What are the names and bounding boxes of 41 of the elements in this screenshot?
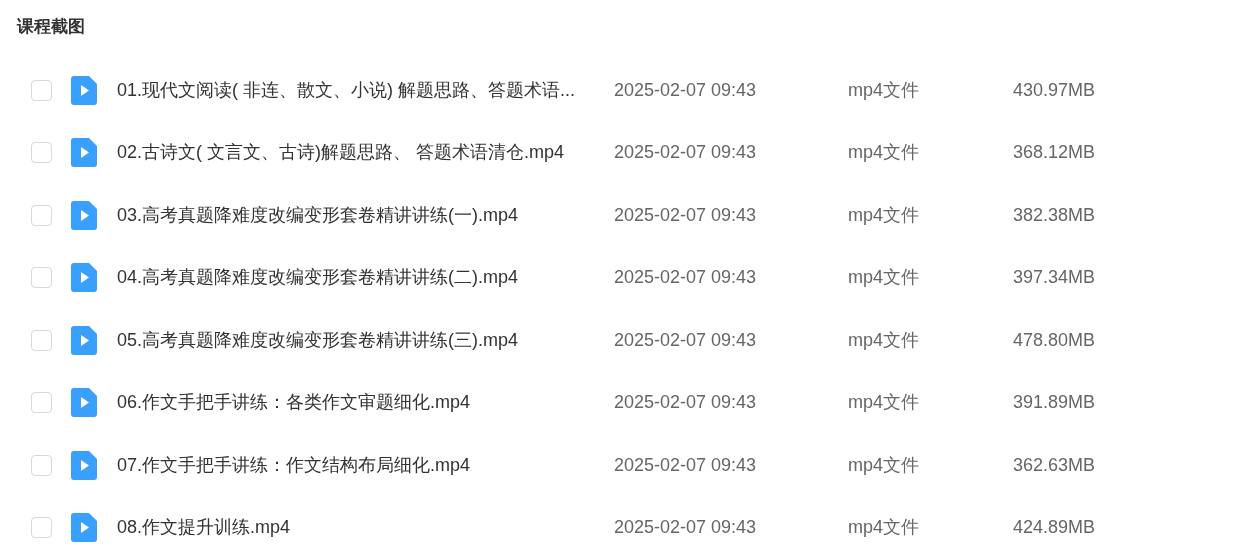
file-size: 478.80MB	[1011, 328, 1095, 352]
section-title: 课程截图	[17, 16, 85, 38]
video-file-icon	[71, 200, 97, 230]
file-size: 391.89MB	[1011, 391, 1095, 415]
video-file-icon	[71, 138, 97, 168]
file-type: mp4文件	[848, 328, 920, 352]
modified-date: 2025-02-07 09:43	[614, 141, 758, 165]
modified-date: 2025-02-07 09:43	[614, 453, 758, 477]
checkbox[interactable]	[31, 79, 52, 101]
file-size: 382.38MB	[1011, 203, 1095, 227]
file-size: 424.89MB	[1011, 516, 1095, 540]
video-file-icon	[71, 75, 97, 105]
video-file-icon	[71, 325, 97, 355]
file-type: mp4文件	[848, 453, 920, 477]
file-size: 397.34MB	[1011, 266, 1095, 290]
video-file-icon	[71, 263, 97, 293]
file-type: mp4文件	[848, 266, 920, 290]
modified-date: 2025-02-07 09:43	[614, 78, 758, 102]
file-type: mp4文件	[848, 78, 920, 102]
video-file-icon	[71, 450, 97, 480]
checkbox[interactable]	[31, 204, 52, 226]
file-size: 362.63MB	[1011, 453, 1095, 477]
modified-date: 2025-02-07 09:43	[614, 203, 758, 227]
file-type: mp4文件	[848, 141, 920, 165]
file-type: mp4文件	[848, 203, 920, 227]
video-file-icon	[71, 513, 97, 543]
file-size: 430.97MB	[1011, 78, 1095, 102]
checkbox[interactable]	[31, 517, 52, 539]
checkbox[interactable]	[31, 454, 52, 476]
checkbox[interactable]	[31, 142, 52, 164]
video-file-icon	[71, 388, 97, 418]
file-size: 368.12MB	[1011, 141, 1095, 165]
modified-date: 2025-02-07 09:43	[614, 266, 758, 290]
checkbox[interactable]	[31, 267, 52, 289]
checkbox[interactable]	[31, 329, 52, 351]
checkbox[interactable]	[31, 392, 52, 414]
modified-date: 2025-02-07 09:43	[614, 391, 758, 415]
file-type: mp4文件	[848, 516, 920, 540]
modified-date: 2025-02-07 09:43	[614, 328, 758, 352]
modified-date: 2025-02-07 09:43	[614, 516, 758, 540]
file-type: mp4文件	[848, 391, 920, 415]
